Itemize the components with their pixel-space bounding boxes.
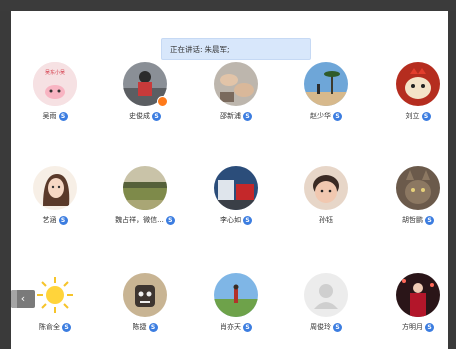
participant-status-badge: S [333,322,342,332]
participant-avatar[interactable] [214,273,258,317]
person-field-icon [214,273,258,317]
participant-status-badge: S [421,111,431,121]
participant-tile[interactable]: 陈捷 S [110,273,180,332]
participant-tile[interactable]: 刘立 S [383,62,453,121]
participant-avatar[interactable] [396,62,440,106]
participant-name: 艺涵 [42,216,57,224]
participant-status-badge: S [62,322,71,332]
participant-status-badge: S [58,215,68,225]
participant-status-badge: S [152,111,161,121]
chevron-left-icon: ‹ [20,292,26,305]
participant-status-badge: S [243,111,252,121]
participant-status-badge: S [58,111,68,121]
beach-palms-icon [304,62,348,106]
participant-status-badge: S [243,215,252,225]
robot-cartoon-icon [123,273,167,317]
participant-avatar[interactable] [123,166,167,210]
anime-girl-icon [33,166,77,210]
participant-avatar[interactable] [304,166,348,210]
participant-name: 魏占祥，微信... [115,216,164,224]
participant-tile[interactable]: 邵新浦 S [201,62,271,121]
participant-tile[interactable]: 吴东小吴 吴雨 S [20,62,90,121]
participant-tile[interactable]: 孙钰 [291,166,361,225]
participant-avatar[interactable] [123,62,168,107]
participant-status-badge: S [148,322,158,332]
participant-name: 周俊玲 [310,323,331,331]
participant-avatar[interactable] [396,166,440,210]
participant-tile[interactable]: 赵少华 S [291,62,361,121]
cartoon-pink-logo-icon: 吴东小吴 [33,62,77,106]
participant-name: 李心如 [220,216,241,224]
participant-avatar[interactable] [33,273,77,317]
woman-red-night-icon [396,273,440,317]
participant-status-badge: S [243,322,252,332]
window-top-bar [0,0,456,11]
participant-avatar[interactable]: 吴东小吴 [33,62,77,106]
participant-avatar[interactable] [304,273,348,317]
previous-page-button[interactable]: ‹ [11,290,35,308]
participant-tile[interactable]: 史俊成 S [110,62,180,121]
participant-grid: 吴东小吴 吴雨 S 史俊成 S 邵新浦 S 赵少华 S 刘立 S 艺涵 S 魏占… [11,11,448,349]
participant-avatar[interactable] [304,62,348,106]
svg-text:吴东小吴: 吴东小吴 [45,69,65,76]
participant-tile[interactable]: 肖亦天 S [201,273,271,332]
grass-field-icon [123,166,167,210]
participant-avatar[interactable] [33,166,77,210]
cat-icon [396,166,440,210]
participant-tile[interactable]: 方明月 S [383,273,453,332]
participant-avatar[interactable] [396,273,440,317]
participant-name: 赵少华 [310,112,331,120]
baby-face-icon [304,166,348,210]
default-user-icon [304,273,348,317]
participant-name: 陈捷 [132,323,147,331]
participant-status-badge: S [165,215,175,225]
hands-drawing-icon [214,62,258,106]
participant-avatar[interactable] [123,273,167,317]
participant-name: 肖亦天 [220,323,241,331]
host-indicator-icon [157,96,168,107]
button-edge [11,290,17,308]
sun-icon [33,273,77,317]
participant-name: 史俊成 [129,112,150,120]
participant-name: 刘立 [405,112,420,120]
participant-avatar[interactable] [214,166,258,210]
participant-name: 陈俞全 [39,323,60,331]
cartoon-rooster-icon [396,62,440,106]
participant-status-badge: S [333,111,342,121]
participant-status-badge: S [425,322,434,332]
participant-name: 胡哲鹏 [402,216,423,224]
participant-name: 方明月 [402,323,423,331]
participant-tile[interactable]: 魏占祥，微信... S [110,166,180,225]
participant-tile[interactable]: 胡哲鹏 S [383,166,453,225]
participant-name: 孙钰 [319,216,333,224]
participant-name: 吴雨 [42,112,57,120]
participant-status-badge: S [425,215,434,225]
participant-avatar[interactable] [214,62,258,106]
participant-tile[interactable]: 艺涵 S [20,166,90,225]
video-gallery-panel: 正在讲话: 朱晨军; 吴东小吴 吴雨 S 史俊成 S 邵新浦 S 赵少华 S 刘… [11,11,448,349]
vehicles-icon [214,166,258,210]
participant-tile[interactable]: 周俊玲 S [291,273,361,332]
participant-tile[interactable]: 李心如 S [201,166,271,225]
participant-name: 邵新浦 [220,112,241,120]
